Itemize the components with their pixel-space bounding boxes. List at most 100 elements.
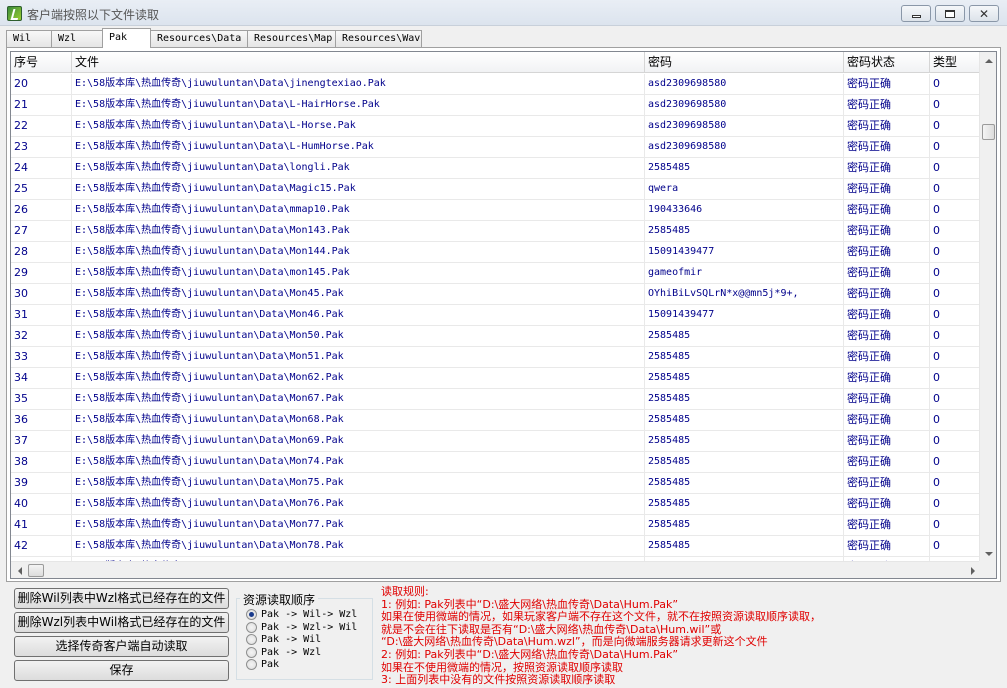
scroll-right-button[interactable] bbox=[965, 563, 980, 578]
tab-resources-wav[interactable]: Resources\Wav bbox=[335, 30, 422, 48]
row-password: 2585485 bbox=[645, 410, 844, 430]
read-order-option[interactable]: Pak -> Wzl-> Wil bbox=[246, 621, 357, 633]
table-row[interactable]: 37 E:\58版本库\热血传奇\jiuwuluntan\Data\Mon69.P… bbox=[11, 431, 986, 452]
delete-wzl-duplicates-button[interactable]: 删除Wzl列表中Wil格式已经存在的文件 bbox=[14, 612, 229, 633]
row-file: E:\58版本库\热血传奇\jiuwuluntan\Data\Mon76.Pak bbox=[72, 494, 645, 514]
row-number: 36 bbox=[11, 410, 72, 430]
radio-button-icon[interactable] bbox=[246, 634, 257, 645]
column-header-password-status[interactable]: 密码状态 bbox=[844, 52, 930, 72]
tab-resources-data[interactable]: Resources\Data bbox=[150, 30, 248, 48]
table-row[interactable]: 28 E:\58版本库\热血传奇\jiuwuluntan\Data\Mon144.… bbox=[11, 242, 986, 263]
row-number: 39 bbox=[11, 473, 72, 493]
row-file: E:\58版本库\热血传奇\jiuwuluntan\Data\jinengtex… bbox=[72, 74, 645, 94]
row-type: 0 bbox=[930, 431, 986, 451]
table-row[interactable]: 24 E:\58版本库\热血传奇\jiuwuluntan\Data\longli.… bbox=[11, 158, 986, 179]
tab-pak[interactable]: Pak bbox=[102, 28, 151, 48]
row-password: 2585485 bbox=[645, 452, 844, 472]
table-row[interactable]: 41 E:\58版本库\热血传奇\jiuwuluntan\Data\Mon77.P… bbox=[11, 515, 986, 536]
table-row[interactable]: 26 E:\58版本库\热血传奇\jiuwuluntan\Data\mmap10.… bbox=[11, 200, 986, 221]
row-password-status: 密码正确 bbox=[844, 200, 930, 220]
tab-resources-map[interactable]: Resources\Map bbox=[247, 30, 336, 48]
arrow-left-icon bbox=[17, 566, 22, 575]
row-file: E:\58版本库\热血传奇\jiuwuluntan\Data\Mon77.Pak bbox=[72, 515, 645, 535]
table-row[interactable]: 31 E:\58版本库\热血传奇\jiuwuluntan\Data\Mon46.P… bbox=[11, 305, 986, 326]
read-order-option[interactable]: Pak -> Wil-> Wzl bbox=[246, 609, 357, 620]
row-type: 0 bbox=[930, 326, 986, 346]
column-header-password[interactable]: 密码 bbox=[645, 52, 844, 72]
row-file: E:\58版本库\热血传奇\jiuwuluntan\Data\L-Horse.P… bbox=[72, 116, 645, 136]
row-type: 0 bbox=[930, 74, 986, 94]
tab-wil[interactable]: Wil bbox=[6, 30, 52, 48]
rule-line: 读取规则: bbox=[381, 585, 429, 598]
scroll-left-button[interactable] bbox=[12, 563, 27, 578]
row-password: asd2309698580 bbox=[645, 95, 844, 115]
read-order-title: 资源读取顺序 bbox=[240, 591, 319, 608]
read-order-option-label: Pak -> Wil-> Wzl bbox=[261, 609, 358, 620]
row-file: E:\58版本库\热血传奇\jiuwuluntan\Data\Mon50.Pak bbox=[72, 326, 645, 346]
row-file: E:\58版本库\热血传奇\jiuwuluntan\Data\Mon144.Pa… bbox=[72, 242, 645, 262]
scroll-up-button[interactable] bbox=[981, 53, 996, 69]
table-row[interactable]: 32 E:\58版本库\热血传奇\jiuwuluntan\Data\Mon50.P… bbox=[11, 326, 986, 347]
row-password-status: 密码正确 bbox=[844, 158, 930, 178]
row-file: E:\58版本库\热血传奇\jiuwuluntan\Data\Mon62.Pak bbox=[72, 368, 645, 388]
save-button[interactable]: 保存 bbox=[14, 660, 229, 681]
row-number: 27 bbox=[11, 221, 72, 241]
row-password: 2585485 bbox=[645, 158, 844, 178]
table-row[interactable]: 21 E:\58版本库\热血传奇\jiuwuluntan\Data\L-HairH… bbox=[11, 95, 986, 116]
row-type: 0 bbox=[930, 158, 986, 178]
row-password-status: 密码正确 bbox=[844, 137, 930, 157]
table-row[interactable]: 25 E:\58版本库\热血传奇\jiuwuluntan\Data\Magic15… bbox=[11, 179, 986, 200]
table-row[interactable]: 36 E:\58版本库\热血传奇\jiuwuluntan\Data\Mon68.P… bbox=[11, 410, 986, 431]
vertical-scroll-thumb[interactable] bbox=[982, 124, 995, 140]
table-row[interactable]: 22 E:\58版本库\热血传奇\jiuwuluntan\Data\L-Horse… bbox=[11, 116, 986, 137]
table-row[interactable]: 39 E:\58版本库\热血传奇\jiuwuluntan\Data\Mon75.P… bbox=[11, 473, 986, 494]
table-row[interactable]: 35 E:\58版本库\热血传奇\jiuwuluntan\Data\Mon67.P… bbox=[11, 389, 986, 410]
row-password-status: 密码正确 bbox=[844, 305, 930, 325]
row-password-status: 密码正确 bbox=[844, 326, 930, 346]
title-bar: 客户端按照以下文件读取 ✕ bbox=[0, 0, 1007, 26]
radio-button-icon[interactable] bbox=[246, 659, 257, 670]
table-row[interactable]: 30 E:\58版本库\热血传奇\jiuwuluntan\Data\Mon45.P… bbox=[11, 284, 986, 305]
read-order-option[interactable]: Pak bbox=[246, 659, 279, 670]
row-file: E:\58版本库\热血传奇\jiuwuluntan\Data\Mon143.Pa… bbox=[72, 221, 645, 241]
auto-read-client-button[interactable]: 选择传奇客户端自动读取 bbox=[14, 636, 229, 657]
radio-button-icon[interactable] bbox=[246, 646, 257, 658]
row-file: E:\58版本库\热血传奇\jiuwuluntan\Data\Mon74.Pak bbox=[72, 452, 645, 472]
close-button[interactable]: ✕ bbox=[969, 5, 999, 22]
column-header-file[interactable]: 文件 bbox=[72, 52, 645, 72]
row-password: 2585485 bbox=[645, 431, 844, 451]
table-row[interactable]: 23 E:\58版本库\热血传奇\jiuwuluntan\Data\L-HumHo… bbox=[11, 137, 986, 158]
table-row[interactable]: 38 E:\58版本库\热血传奇\jiuwuluntan\Data\Mon74.P… bbox=[11, 452, 986, 473]
row-type: 0 bbox=[930, 515, 986, 535]
scroll-down-button[interactable] bbox=[981, 546, 996, 562]
minimize-button[interactable] bbox=[901, 5, 931, 22]
column-header-number[interactable]: 序号 bbox=[11, 52, 72, 72]
file-list[interactable]: 序号 文件 密码 密码状态 类型 20 E:\58版本库\热血传奇\jiuwulu… bbox=[10, 51, 997, 579]
table-row[interactable]: 29 E:\58版本库\热血传奇\jiuwuluntan\Data\mon145.… bbox=[11, 263, 986, 284]
app-logo-icon bbox=[7, 6, 22, 21]
table-row[interactable]: 27 E:\58版本库\热血传奇\jiuwuluntan\Data\Mon143.… bbox=[11, 221, 986, 242]
horizontal-scrollbar[interactable] bbox=[11, 561, 981, 578]
delete-wil-duplicates-button[interactable]: 删除Wil列表中Wzl格式已经存在的文件 bbox=[14, 588, 229, 609]
maximize-button[interactable] bbox=[935, 5, 965, 22]
column-header-type[interactable]: 类型 bbox=[930, 52, 986, 72]
table-row[interactable]: 20 E:\58版本库\热血传奇\jiuwuluntan\Data\jinengt… bbox=[11, 74, 986, 95]
tab-wzl[interactable]: Wzl bbox=[51, 30, 103, 48]
radio-button-icon[interactable] bbox=[246, 609, 257, 620]
row-file: E:\58版本库\热血传奇\jiuwuluntan\Data\Magic15.P… bbox=[72, 179, 645, 199]
table-row[interactable]: 33 E:\58版本库\热血传奇\jiuwuluntan\Data\Mon51.P… bbox=[11, 347, 986, 368]
row-password: 190433646 bbox=[645, 200, 844, 220]
row-type: 0 bbox=[930, 305, 986, 325]
read-order-option[interactable]: Pak -> Wzl bbox=[246, 646, 321, 658]
vertical-scrollbar[interactable] bbox=[979, 52, 996, 563]
table-row[interactable]: 42 E:\58版本库\热血传奇\jiuwuluntan\Data\Mon78.P… bbox=[11, 536, 986, 557]
row-number: 21 bbox=[11, 95, 72, 115]
radio-button-icon[interactable] bbox=[246, 621, 257, 633]
row-file: E:\58版本库\热血传奇\jiuwuluntan\Data\Mon51.Pak bbox=[72, 347, 645, 367]
table-row[interactable]: 34 E:\58版本库\热血传奇\jiuwuluntan\Data\Mon62.P… bbox=[11, 368, 986, 389]
horizontal-scroll-thumb[interactable] bbox=[28, 564, 44, 577]
row-password-status: 密码正确 bbox=[844, 347, 930, 367]
read-order-option[interactable]: Pak -> Wil bbox=[246, 634, 321, 645]
table-row[interactable]: 40 E:\58版本库\热血传奇\jiuwuluntan\Data\Mon76.P… bbox=[11, 494, 986, 515]
row-password-status: 密码正确 bbox=[844, 536, 930, 556]
